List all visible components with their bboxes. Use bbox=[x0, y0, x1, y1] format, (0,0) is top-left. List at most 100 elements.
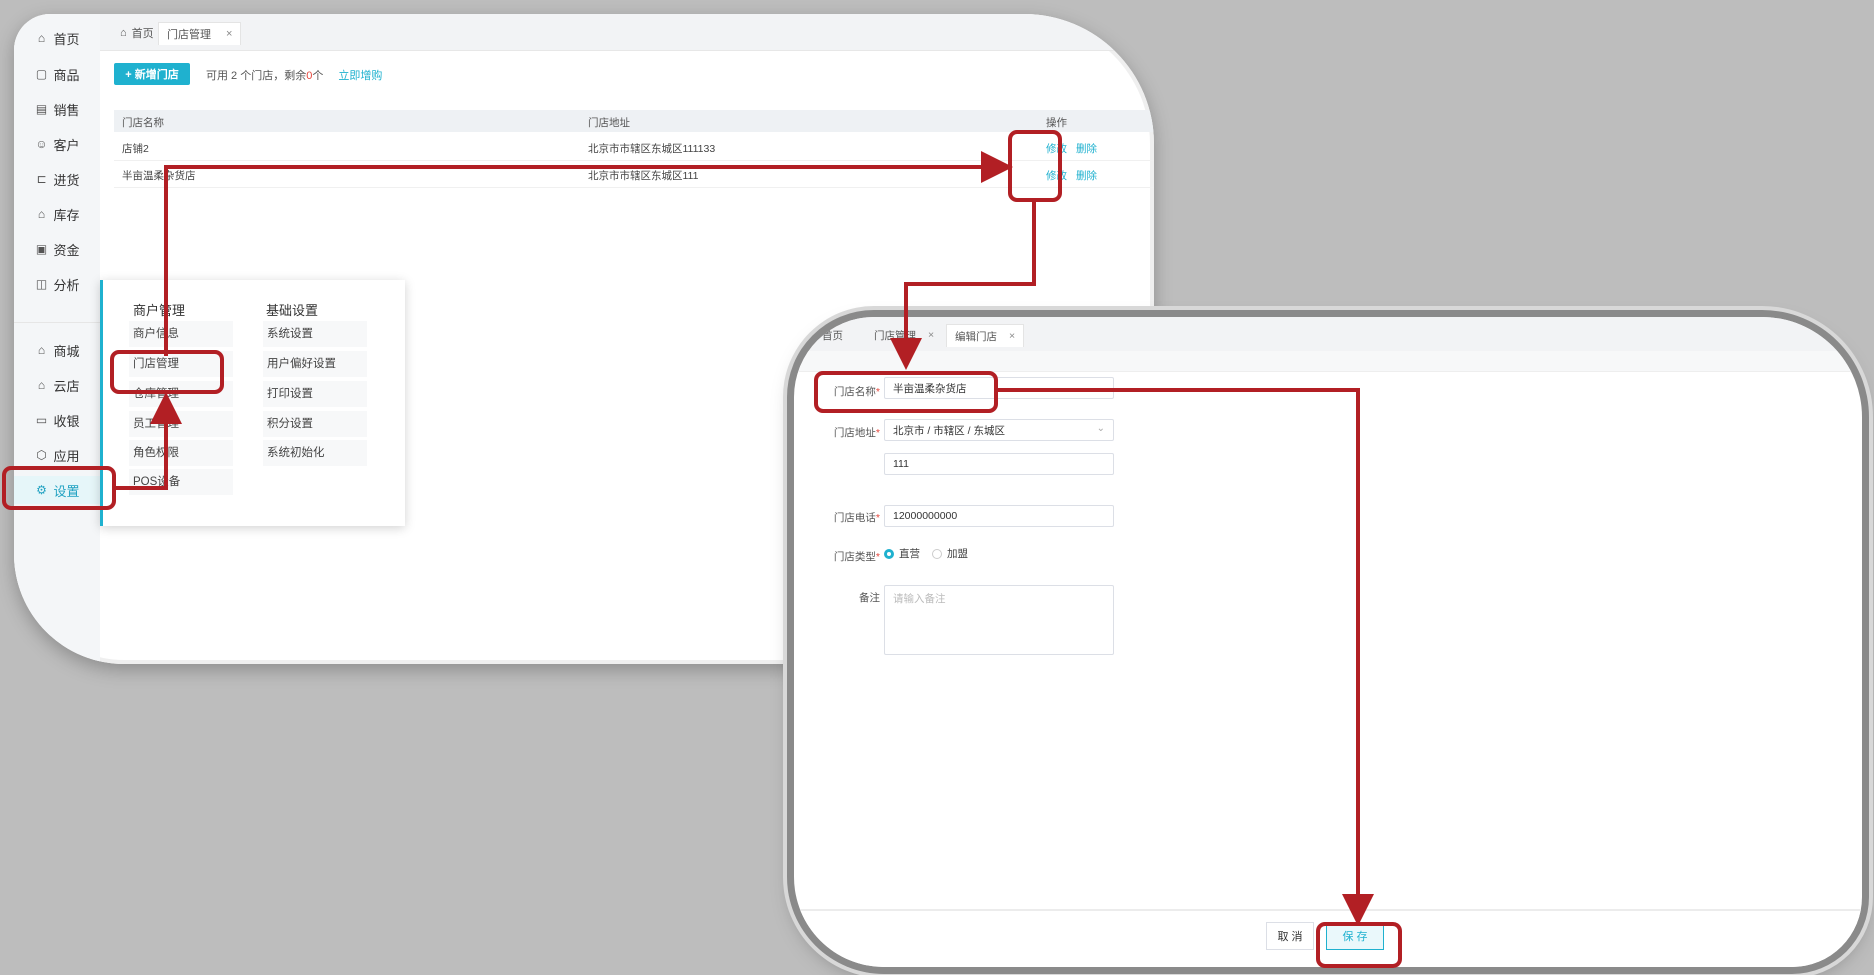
goods-icon: ▢ bbox=[35, 67, 48, 81]
store-address-cell: 北京市市辖区东城区111133 bbox=[588, 143, 716, 155]
table-row: 半亩温柔杂货店 北京市市辖区东城区111 修改 删除 bbox=[114, 161, 1154, 188]
column-header: 门店地址 bbox=[588, 117, 630, 129]
label-text: 门店地址 bbox=[833, 427, 876, 439]
tab-bar: 首页 门店管理 × 编辑门店 × bbox=[794, 317, 1862, 352]
store-phone-label: 门店电话* bbox=[798, 510, 880, 525]
radio-checked-icon bbox=[884, 548, 894, 559]
address-detail-input[interactable]: 111 bbox=[884, 453, 1114, 475]
menu-item-system-initialization[interactable]: 系统初始化 bbox=[263, 440, 367, 466]
cashier-icon: ▭ bbox=[35, 413, 48, 427]
settings-menu-panel: 商户管理 基础设置 商户信息 门店管理 仓库管理 员工管理 角色权限 POS设备… bbox=[100, 280, 405, 526]
sidebar-item-label: 销售 bbox=[53, 102, 80, 118]
sidebar-item-inventory[interactable]: ⌂ 库存 bbox=[14, 200, 100, 228]
menu-item-role-permissions[interactable]: 角色权限 bbox=[129, 440, 233, 466]
menu-item-system-settings[interactable]: 系统设置 bbox=[263, 321, 367, 347]
sidebar-item-customer[interactable]: ☺ 客户 bbox=[14, 130, 100, 158]
tab-home[interactable]: 首页 bbox=[814, 324, 851, 346]
delete-link[interactable]: 删除 bbox=[1076, 141, 1097, 156]
sidebar-item-label: 资金 bbox=[53, 242, 80, 258]
home-icon: ⌂ bbox=[120, 27, 127, 39]
add-store-button[interactable]: + 新增门店 bbox=[114, 63, 190, 85]
label-text: 门店电话 bbox=[833, 512, 876, 524]
sidebar-item-label: 分析 bbox=[53, 277, 80, 293]
tab-bar: ⌂ 首页 门店管理 × bbox=[100, 14, 1154, 51]
home-icon: ⌂ bbox=[37, 31, 46, 45]
menu-item-user-preferences[interactable]: 用户偏好设置 bbox=[263, 351, 367, 377]
tab-store-management[interactable]: 门店管理 × bbox=[866, 324, 942, 346]
highlight-store-name-field bbox=[814, 371, 998, 413]
tab-label: 编辑门店 bbox=[955, 330, 997, 343]
tab-label: 门店管理 bbox=[874, 329, 916, 342]
highlight-settings bbox=[2, 466, 116, 510]
highlight-store-management-menu bbox=[110, 350, 224, 394]
sidebar-item-label: 客户 bbox=[53, 137, 80, 153]
column-header: 操作 bbox=[1046, 117, 1067, 129]
sidebar-item-sales[interactable]: ▤ 销售 bbox=[14, 95, 100, 123]
store-address-label: 门店地址* bbox=[798, 425, 880, 440]
menu-item-merchant-info[interactable]: 商户信息 bbox=[129, 321, 233, 347]
sidebar-item-label: 云店 bbox=[53, 378, 80, 394]
store-phone-input[interactable]: 12000000000 bbox=[884, 505, 1114, 527]
note-textarea[interactable]: 请输入备注 bbox=[884, 585, 1114, 655]
required-mark: * bbox=[875, 427, 880, 439]
sidebar-item-label: 收银 bbox=[53, 413, 80, 429]
menu-item-pos-devices[interactable]: POS设备 bbox=[129, 469, 233, 495]
radio-label: 直营 bbox=[899, 548, 920, 560]
close-icon[interactable]: × bbox=[226, 28, 232, 40]
close-icon[interactable]: × bbox=[928, 329, 934, 341]
region-select[interactable]: 北京市 / 市辖区 / 东城区 ⌄ bbox=[884, 419, 1114, 441]
delete-link[interactable]: 删除 bbox=[1076, 168, 1097, 183]
label-text: 门店类型 bbox=[833, 551, 876, 563]
required-mark: * bbox=[875, 512, 880, 524]
sidebar-item-label: 库存 bbox=[53, 207, 80, 223]
store-type-label: 门店类型* bbox=[798, 549, 880, 564]
region-value: 北京市 / 市辖区 / 东城区 bbox=[893, 424, 1006, 437]
apps-icon: ⬡ bbox=[36, 448, 47, 462]
tab-label: 首页 bbox=[131, 28, 154, 40]
quota-text: 可用 2 个门店，剩余 bbox=[206, 70, 307, 82]
menu-item-employee-management[interactable]: 员工管理 bbox=[129, 411, 233, 437]
quota-unit: 个 bbox=[312, 70, 324, 82]
sidebar-item-funds[interactable]: ▣ 资金 bbox=[14, 235, 100, 263]
sidebar-item-label: 进货 bbox=[53, 172, 80, 188]
table-header: 门店名称 门店地址 操作 bbox=[114, 110, 1154, 132]
required-mark: * bbox=[875, 551, 880, 563]
tab-edit-store[interactable]: 编辑门店 × bbox=[946, 324, 1025, 347]
radio-unchecked-icon bbox=[932, 548, 942, 559]
sidebar-item-home[interactable]: ⌂ 首页 bbox=[14, 24, 100, 52]
sidebar-item-analysis[interactable]: ◫ 分析 bbox=[14, 270, 100, 298]
cancel-button[interactable]: 取 消 bbox=[1266, 922, 1314, 950]
menu-item-print-settings[interactable]: 打印设置 bbox=[263, 381, 367, 407]
sales-icon: ▤ bbox=[35, 102, 48, 116]
sidebar-item-apps[interactable]: ⬡ 应用 bbox=[14, 441, 100, 469]
radio-direct[interactable]: 直营 bbox=[884, 546, 920, 561]
store-name-cell: 半亩温柔杂货店 bbox=[122, 170, 196, 182]
tab-label: 首页 bbox=[822, 329, 843, 342]
sidebar-item-mall[interactable]: ⌂ 商城 bbox=[14, 336, 100, 364]
sidebar-item-cashier[interactable]: ▭ 收银 bbox=[14, 406, 100, 434]
tab-home[interactable]: ⌂ 首页 bbox=[112, 22, 162, 44]
sidebar-item-label: 商品 bbox=[53, 67, 80, 83]
purchase-icon: ⊏ bbox=[36, 172, 47, 186]
toolbar-strip bbox=[794, 351, 1862, 372]
radio-franchise[interactable]: 加盟 bbox=[932, 546, 968, 561]
buy-more-link[interactable]: 立即增购 bbox=[338, 70, 382, 82]
tab-label: 门店管理 bbox=[167, 29, 211, 41]
menu-item-points-settings[interactable]: 积分设置 bbox=[263, 411, 367, 437]
cloud-store-icon: ⌂ bbox=[37, 378, 46, 392]
basic-settings-heading: 基础设置 bbox=[266, 303, 319, 318]
table-row: 店铺2 北京市市辖区东城区111133 修改 删除 bbox=[114, 134, 1154, 161]
sidebar-item-cloud-store[interactable]: ⌂ 云店 bbox=[14, 371, 100, 399]
chevron-down-icon: ⌄ bbox=[1096, 423, 1105, 434]
funds-icon: ▣ bbox=[35, 242, 48, 256]
analysis-icon: ◫ bbox=[35, 277, 48, 291]
sidebar-item-goods[interactable]: ▢ 商品 bbox=[14, 60, 100, 88]
sidebar-divider bbox=[14, 322, 100, 323]
close-icon[interactable]: × bbox=[1009, 330, 1015, 342]
edit-store-window: 首页 门店管理 × 编辑门店 × 门店名称* 半亩温柔杂货店 门店地址* 北京市… bbox=[794, 317, 1862, 967]
column-header: 门店名称 bbox=[122, 117, 164, 129]
tab-store-management[interactable]: 门店管理 × bbox=[158, 22, 242, 45]
highlight-edit-links bbox=[1008, 130, 1062, 202]
highlight-save-button bbox=[1316, 922, 1402, 968]
sidebar-item-purchase[interactable]: ⊏ 进货 bbox=[14, 165, 100, 193]
